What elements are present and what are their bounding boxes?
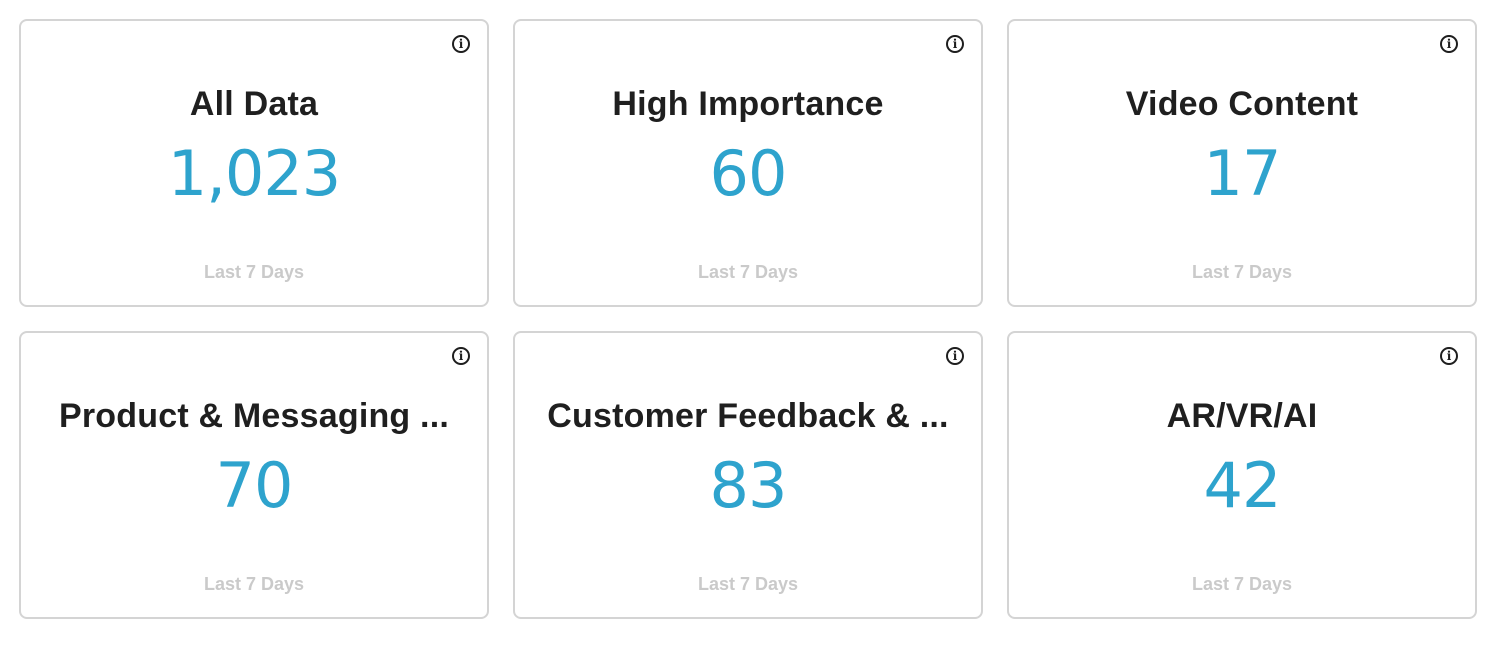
card-title: AR/VR/AI [1166, 397, 1318, 435]
metric-card-video-content[interactable]: i Video Content 17 Last 7 Days [1007, 19, 1477, 307]
info-icon[interactable]: i [452, 35, 470, 53]
metric-card-product-messaging[interactable]: i Product & Messaging ... 70 Last 7 Days [19, 331, 489, 619]
card-period: Last 7 Days [697, 574, 799, 594]
card-period: Last 7 Days [697, 262, 799, 282]
info-icon[interactable]: i [946, 35, 964, 53]
card-value: 42 [1203, 449, 1282, 522]
info-icon[interactable]: i [1440, 347, 1458, 365]
metric-card-ar-vr-ai[interactable]: i AR/VR/AI 42 Last 7 Days [1007, 331, 1477, 619]
card-value: 70 [215, 449, 294, 522]
card-period: Last 7 Days [1191, 262, 1293, 282]
card-title: Video Content [1125, 85, 1359, 123]
metric-card-high-importance[interactable]: i High Importance 60 Last 7 Days [513, 19, 983, 307]
card-value: 17 [1203, 137, 1282, 210]
info-icon[interactable]: i [1440, 35, 1458, 53]
card-value: 83 [709, 449, 788, 522]
card-period: Last 7 Days [203, 574, 305, 594]
info-icon[interactable]: i [946, 347, 964, 365]
metric-card-customer-feedback[interactable]: i Customer Feedback & ... 83 Last 7 Days [513, 331, 983, 619]
card-title: Customer Feedback & ... [547, 397, 949, 435]
card-value: 60 [709, 137, 788, 210]
card-value: 1,023 [167, 137, 342, 210]
card-period: Last 7 Days [203, 262, 305, 282]
card-title: High Importance [612, 85, 884, 123]
card-title: Product & Messaging ... [59, 397, 449, 435]
card-title: All Data [189, 85, 319, 123]
card-period: Last 7 Days [1191, 574, 1293, 594]
metric-card-all-data[interactable]: i All Data 1,023 Last 7 Days [19, 19, 489, 307]
info-icon[interactable]: i [452, 347, 470, 365]
